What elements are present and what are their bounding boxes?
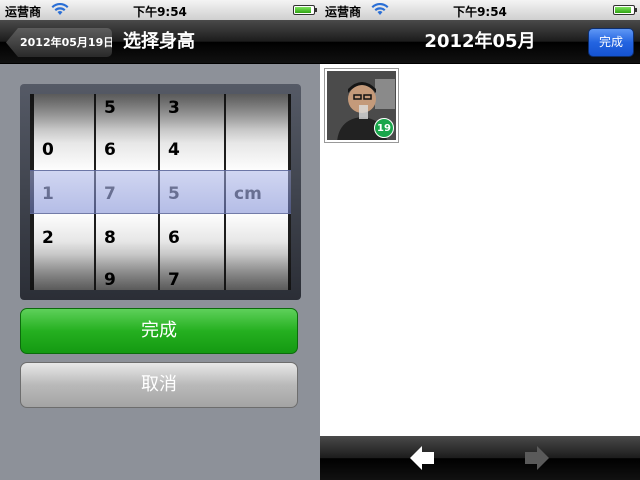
picker-option: 5: [104, 98, 116, 118]
picker-option: 9: [104, 270, 116, 290]
height-picker-screen: 运营商 下午9:54 2012年05月19日 选择身高 012567893456…: [0, 0, 320, 480]
picker-option: 4: [168, 140, 180, 160]
picker-option: 3: [168, 98, 180, 118]
clock: 下午9:54: [453, 5, 507, 19]
page-title: 选择身高: [123, 31, 195, 52]
arrow-left-icon[interactable]: [407, 443, 437, 473]
picker-option: 7: [168, 270, 180, 290]
status-bar: 运营商 下午9:54: [0, 0, 320, 20]
back-button[interactable]: 2012年05月19日: [6, 28, 112, 57]
user-photo: 19: [327, 71, 396, 140]
picker-option: 2: [42, 228, 54, 248]
day-badge: 19: [374, 118, 394, 138]
picker-option: 6: [104, 140, 116, 160]
selection-indicator: [30, 170, 291, 214]
finish-button[interactable]: 完成: [20, 308, 298, 354]
bottom-toolbar: [320, 436, 640, 480]
nav-bar: 2012年05月19日 选择身高: [0, 20, 320, 64]
photo-thumbnail[interactable]: 19: [324, 68, 399, 143]
picker-option: 6: [168, 228, 180, 248]
status-bar: 运营商 下午9:54: [320, 0, 640, 20]
clock: 下午9:54: [133, 5, 187, 19]
cancel-button[interactable]: 取消: [20, 362, 298, 408]
calendar-screen: 运营商 下午9:54 2012年05月 完成 19: [320, 0, 640, 480]
arrow-right-icon[interactable]: [522, 443, 552, 473]
done-button[interactable]: 完成: [588, 28, 634, 57]
battery-icon: [293, 5, 317, 15]
picker-wheels[interactable]: 0125678934567cm: [30, 94, 291, 290]
battery-icon: [613, 5, 637, 15]
picker-option: 0: [42, 140, 54, 160]
nav-bar: 2012年05月 完成: [320, 20, 640, 64]
height-picker: 0125678934567cm: [20, 84, 301, 300]
picker-option: 8: [104, 228, 116, 248]
